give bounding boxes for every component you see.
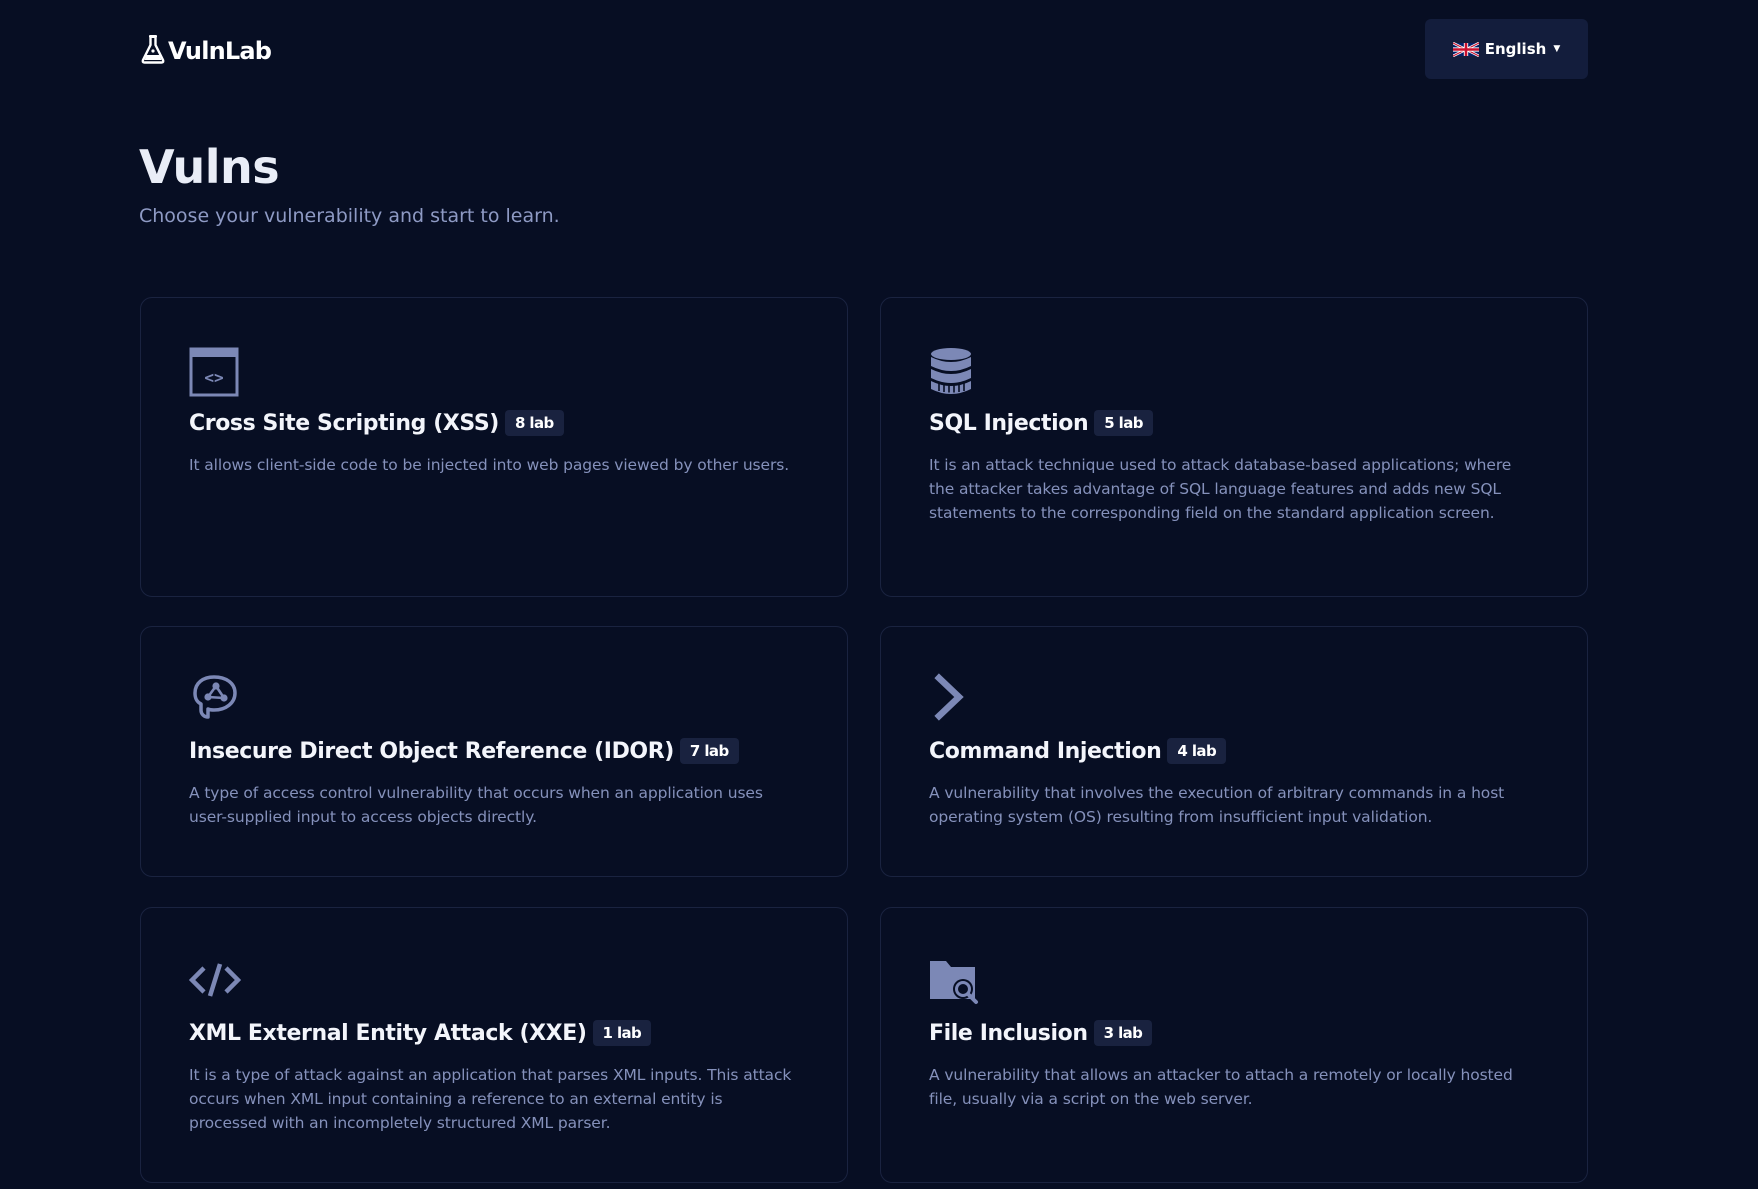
vuln-card-description: It is an attack technique used to attack…	[929, 456, 1512, 522]
lab-count-badge: 8 lab	[504, 410, 564, 436]
vuln-card-title: XML External Entity Attack (XXE)	[189, 1020, 587, 1046]
vuln-card-title: Cross Site Scripting (XSS)	[189, 410, 499, 436]
vuln-card-title: File Inclusion	[929, 1020, 1088, 1046]
database-icon	[929, 346, 981, 398]
lab-count-badge: 1 lab	[592, 1020, 652, 1046]
uk-flag-icon	[1452, 41, 1480, 57]
vulnlab-logo[interactable]: VulnLab	[141, 34, 272, 68]
caret-down-icon: ▼	[1553, 44, 1561, 54]
vuln-card-header: Cross Site Scripting (XSS) 8 lab	[189, 410, 564, 436]
brain-icon	[189, 671, 241, 723]
lab-count-badge: 7 lab	[679, 738, 739, 764]
vuln-card-header: File Inclusion 3 lab	[929, 1020, 1153, 1046]
vuln-card-title: SQL Injection	[929, 410, 1089, 436]
code-window-icon: <>	[189, 346, 241, 398]
vuln-card-sql-injection[interactable]: SQL Injection 5 lab It is an attack tech…	[880, 297, 1588, 597]
page: VulnLab English ▼ Vulns Choose your vuln…	[0, 0, 1758, 1189]
vuln-card-command-injection[interactable]: Command Injection 4 lab A vulnerability …	[880, 626, 1588, 877]
lab-count-badge: 4 lab	[1167, 738, 1227, 764]
vuln-card-title: Insecure Direct Object Reference (IDOR)	[189, 738, 674, 764]
vuln-card-header: XML External Entity Attack (XXE) 1 lab	[189, 1020, 652, 1046]
vuln-card-title: Command Injection	[929, 738, 1162, 764]
language-dropdown-button[interactable]: English ▼	[1425, 19, 1588, 79]
logo-text: VulnLab	[168, 37, 272, 65]
vuln-card-header: SQL Injection 5 lab	[929, 410, 1153, 436]
vuln-card-xss[interactable]: <> Cross Site Scripting (XSS) 8 lab It a…	[140, 297, 848, 597]
language-label: English	[1484, 40, 1547, 58]
lab-count-badge: 5 lab	[1094, 410, 1153, 436]
vuln-card-xxe[interactable]: XML External Entity Attack (XXE) 1 lab I…	[140, 907, 848, 1183]
folder-search-icon	[929, 956, 981, 1008]
vuln-card-description: It is a type of attack against an applic…	[189, 1066, 792, 1132]
vuln-card-description: It allows client-side code to be injecte…	[189, 456, 790, 474]
flask-icon	[141, 34, 165, 68]
vuln-card-description: A vulnerability that allows an attacker …	[929, 1066, 1513, 1108]
page-title: Vulns	[139, 140, 280, 194]
code-tag-icon	[189, 954, 241, 1006]
page-subtitle: Choose your vulnerability and start to l…	[139, 205, 560, 227]
vuln-card-idor[interactable]: Insecure Direct Object Reference (IDOR) …	[140, 626, 848, 877]
vuln-card-description: A vulnerability that involves the execut…	[929, 784, 1505, 826]
lab-count-badge: 3 lab	[1093, 1020, 1153, 1046]
vuln-card-header: Insecure Direct Object Reference (IDOR) …	[189, 738, 739, 764]
chevron-right-icon	[929, 671, 981, 723]
vuln-card-description: A type of access control vulnerability t…	[189, 784, 763, 826]
svg-text:<>: <>	[204, 368, 223, 387]
vuln-card-file-inclusion[interactable]: File Inclusion 3 lab A vulnerability tha…	[880, 907, 1588, 1183]
vuln-card-header: Command Injection 4 lab	[929, 738, 1227, 764]
